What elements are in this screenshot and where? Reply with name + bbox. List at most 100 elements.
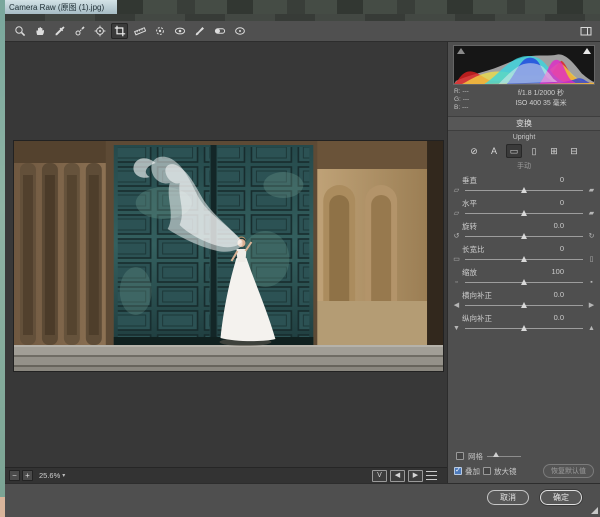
radial-filter-tool[interactable] <box>231 23 248 39</box>
overlay-checkbox[interactable]: ✓ <box>454 467 462 475</box>
upright-full[interactable]: ⊞ <box>546 144 562 158</box>
slider-track[interactable] <box>465 255 583 264</box>
grid-label: 网格 <box>468 451 483 462</box>
grid-checkbox[interactable] <box>456 452 464 460</box>
slider-left-icon: ▱ <box>451 209 462 219</box>
rgb-readout: R: --- G: --- B: --- <box>454 88 488 112</box>
preview-controls: V ◀ ▶ <box>372 470 443 482</box>
slider-left-icon: ▭ <box>451 255 462 265</box>
zoom-in-button[interactable]: + <box>22 470 33 481</box>
crop-icon <box>114 25 126 37</box>
sampler-icon <box>74 25 86 37</box>
scale-slider: 缩放 100 ▫ ▪ <box>448 267 600 290</box>
shadow-clipping-icon[interactable] <box>457 48 465 54</box>
slider-thumb[interactable] <box>521 187 527 193</box>
ok-button[interactable]: 确定 <box>540 490 582 505</box>
eyedropper-icon <box>54 25 66 37</box>
slider-right-icon: ▪ <box>586 278 597 288</box>
brush-icon <box>194 25 206 37</box>
slider-right-icon: ▰ <box>586 209 597 219</box>
slider-thumb[interactable] <box>521 279 527 285</box>
slider-track[interactable] <box>465 209 583 218</box>
cancel-button[interactable]: 取消 <box>487 490 529 505</box>
grid-size-slider[interactable] <box>487 452 521 460</box>
slider-track[interactable] <box>465 186 583 195</box>
adjustment-brush-tool[interactable] <box>191 23 208 39</box>
targeted-adjustment-tool[interactable] <box>91 23 108 39</box>
slider-track[interactable] <box>465 324 583 333</box>
slider-thumb[interactable] <box>521 302 527 308</box>
overlay-label: 叠加 <box>465 466 480 477</box>
preview-menu-icon[interactable] <box>426 471 437 480</box>
next-view-button[interactable]: ▶ <box>408 470 423 482</box>
zoom-out-button[interactable]: − <box>9 470 20 481</box>
x-offset-slider: 横向补正 0.0 ◀ ▶ <box>448 290 600 313</box>
transform-sliders: 垂直 0 ▱ ▰ 水平 0 ▱ ▰ 旋转 0.0 ↺ <box>448 175 600 336</box>
loupe-label: 放大镜 <box>494 466 517 477</box>
white-balance-tool[interactable] <box>51 23 68 39</box>
upright-vertical[interactable]: ▯ <box>526 144 542 158</box>
zoom-level-select[interactable]: 25.6% <box>39 471 60 480</box>
loupe-checkbox[interactable] <box>483 467 491 475</box>
slider-value: 0 <box>560 244 564 254</box>
upright-mode-group: ⊘ A ▭ ▯ ⊞ ⊟ <box>448 144 600 158</box>
upright-label: Upright <box>448 134 600 141</box>
hand-tool[interactable] <box>31 23 48 39</box>
slider-label: 水平 <box>462 198 477 208</box>
straighten-tool[interactable] <box>131 23 148 39</box>
slider-label: 长宽比 <box>462 244 485 254</box>
slider-label: 横向补正 <box>462 290 492 300</box>
slider-thumb[interactable] <box>521 210 527 216</box>
titlebar[interactable]: Camera Raw (原图 (1).jpg) <box>5 0 600 14</box>
slider-thumb[interactable] <box>521 233 527 239</box>
upright-off[interactable]: ⊘ <box>466 144 482 158</box>
slider-track[interactable] <box>465 232 583 241</box>
image-preview-area[interactable]: − + 25.6% ▾ V ◀ ▶ <box>5 42 447 483</box>
slider-track[interactable] <box>465 301 583 310</box>
hand-icon <box>34 25 46 37</box>
histogram[interactable] <box>453 45 595 85</box>
window-title: Camera Raw (原图 (1).jpg) <box>5 0 117 14</box>
zoom-tool[interactable] <box>11 23 28 39</box>
rotate-slider: 旋转 0.0 ↺ ↻ <box>448 221 600 244</box>
radial-icon <box>234 25 246 37</box>
stone-steps <box>14 345 443 371</box>
chevron-down-icon: ▾ <box>62 472 65 479</box>
highlight-clipping-icon[interactable] <box>583 48 591 54</box>
redeye-icon <box>174 25 186 37</box>
panel-title: 变换 <box>448 116 600 131</box>
crop-tool[interactable] <box>111 23 128 39</box>
slider-left-icon: ▫ <box>451 278 462 288</box>
panel-footer-row: ✓ 叠加 放大镜 恢复默认值 <box>448 463 600 479</box>
upright-guided[interactable]: ⊟ <box>566 144 582 158</box>
slider-thumb[interactable] <box>521 256 527 262</box>
graduated-filter-tool[interactable] <box>211 23 228 39</box>
grid-option-row: 网格 <box>448 449 600 463</box>
histogram-plot <box>454 46 594 84</box>
y-offset-slider: 纵向补正 0.0 ▼ ▲ <box>448 313 600 336</box>
target-icon <box>94 25 106 37</box>
upright-level[interactable]: ▭ <box>506 144 522 158</box>
toggle-panels-icon[interactable] <box>577 23 594 39</box>
upright-auto[interactable]: A <box>486 144 502 158</box>
slider-track[interactable] <box>465 278 583 287</box>
grid-size-thumb[interactable] <box>493 452 499 457</box>
slider-value: 0.0 <box>554 221 564 231</box>
manual-section-label: 手动 <box>448 161 600 171</box>
prev-view-button[interactable]: ◀ <box>390 470 405 482</box>
heal-icon <box>154 25 166 37</box>
exif-info: R: --- G: --- B: --- f/1.8 1/2000 秒 ISO … <box>454 88 594 112</box>
color-sampler-tool[interactable] <box>71 23 88 39</box>
reset-defaults-button[interactable]: 恢复默认值 <box>543 464 594 478</box>
screen: Camera Raw (原图 (1).jpg) <box>0 0 600 517</box>
spot-removal-tool[interactable] <box>151 23 168 39</box>
left-stone-wall <box>14 141 108 371</box>
resize-grip[interactable] <box>591 507 598 514</box>
slider-thumb[interactable] <box>521 325 527 331</box>
slider-left-icon: ▱ <box>451 186 462 196</box>
preview-toggle-badge[interactable]: V <box>372 470 387 482</box>
slider-right-icon: ▲ <box>586 324 597 334</box>
red-eye-tool[interactable] <box>171 23 188 39</box>
slider-value: 0.0 <box>554 313 564 323</box>
slider-right-icon: ▰ <box>586 186 597 196</box>
